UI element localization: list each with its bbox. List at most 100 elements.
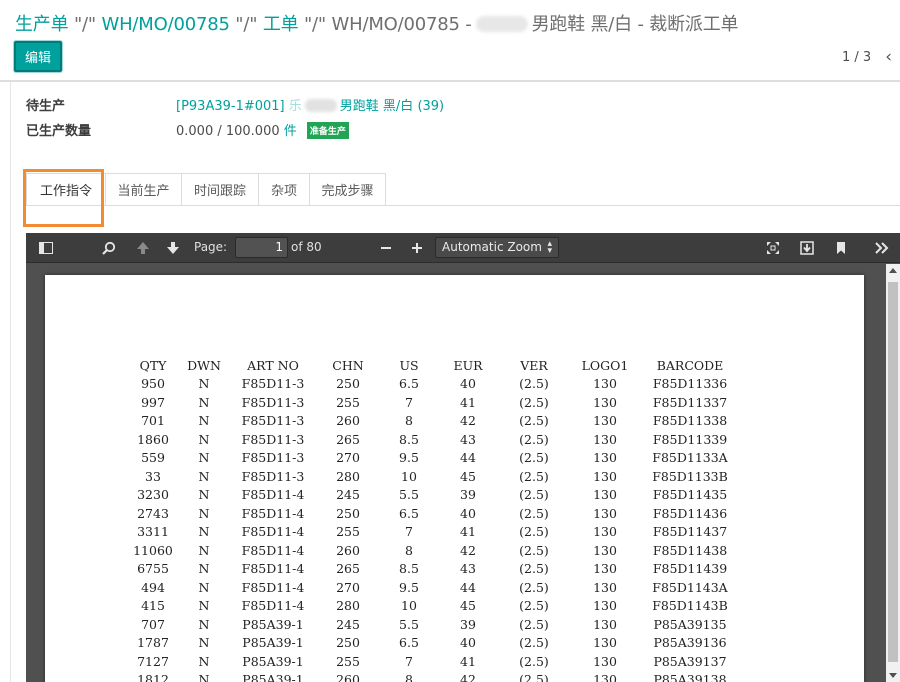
table-cell: 9.5: [399, 450, 419, 466]
page-number-input[interactable]: 1: [235, 237, 288, 258]
table-cell: 40: [460, 376, 476, 392]
table-cell: F85D11-3: [241, 376, 305, 392]
download-icon[interactable]: [796, 233, 818, 263]
tab-misc[interactable]: 杂项: [259, 173, 310, 206]
table-cell: 7: [405, 653, 413, 669]
zoom-select[interactable]: Automatic Zoom ▴ ▾: [435, 237, 559, 258]
table-header-cell: ART NO: [247, 357, 299, 373]
table-row: 1812 N P85A39-1 260 8 42 (2.5) 130 P85A39138: [127, 671, 741, 682]
pager: 1 / 3 ‹: [842, 47, 892, 67]
table-cell: 40: [460, 635, 476, 651]
table-cell: F85D11337: [652, 394, 728, 410]
breadcrumb-workorder[interactable]: 工单: [263, 14, 299, 35]
table-cell: 130: [593, 413, 617, 429]
tools-icon[interactable]: [870, 233, 894, 263]
table-cell: N: [198, 635, 210, 651]
table-cell: 997: [141, 394, 165, 410]
table-cell: (2.5): [519, 431, 549, 447]
table-cell: 130: [593, 635, 617, 651]
table-cell: 130: [593, 542, 617, 558]
table-cell: 8: [405, 413, 413, 429]
table-cell: 10: [401, 468, 417, 484]
vertical-scrollbar[interactable]: [886, 264, 900, 682]
tab-finish-steps[interactable]: 完成步骤: [310, 173, 386, 206]
table-cell: F85D1143B: [652, 598, 728, 614]
table-cell: F85D11-4: [241, 561, 305, 577]
arrow-up-icon[interactable]: [132, 233, 154, 263]
table-cell: 250: [336, 635, 360, 651]
sidebar-toggle-icon[interactable]: [36, 233, 56, 263]
product-name-link[interactable]: 男跑鞋 黑/白 (39): [340, 99, 444, 114]
table-cell: 270: [336, 450, 360, 466]
table-cell: N: [198, 505, 210, 521]
breadcrumb-sep: "/": [73, 14, 96, 35]
table-cell: P85A39136: [653, 635, 727, 651]
table-cell: N: [198, 579, 210, 595]
tabs-divider: [26, 205, 900, 206]
table-cell: 41: [460, 394, 476, 410]
arrow-down-icon[interactable]: [162, 233, 184, 263]
table-cell: P85A39138: [653, 672, 727, 682]
table-cell: 130: [593, 468, 617, 484]
table-cell: F85D11339: [652, 431, 728, 447]
table-cell: (2.5): [519, 376, 549, 392]
table-cell: F85D11437: [652, 524, 728, 540]
table-cell: (2.5): [519, 505, 549, 521]
table-cell: 6.5: [399, 635, 419, 651]
table-cell: 280: [336, 598, 360, 614]
table-cell: 130: [593, 653, 617, 669]
table-cell: 130: [593, 487, 617, 503]
product-code-link[interactable]: [P93A39-1#001]: [176, 99, 285, 114]
table-cell: N: [198, 376, 210, 392]
header-divider: [0, 80, 900, 82]
table-cell: 130: [593, 672, 617, 682]
table-cell: 6755: [137, 561, 169, 577]
table-header-cell: DWN: [187, 357, 221, 373]
table-cell: 1860: [137, 431, 169, 447]
to-produce-value[interactable]: [P93A39-1#001] 乐 男跑鞋 黑/白 (39): [176, 95, 444, 114]
table-row: 997 N F85D11-3 255 7 41 (2.5) 130 F85D11337: [127, 393, 741, 412]
redacted-blur: [475, 16, 528, 32]
zoom-out-icon[interactable]: [375, 233, 397, 263]
breadcrumb-current-product: 男跑鞋 黑/白 - 裁断派工单: [531, 14, 739, 35]
table-cell: (2.5): [519, 672, 549, 682]
table-header-cell: LOGO1: [581, 357, 629, 373]
table-cell: 41: [460, 524, 476, 540]
breadcrumb-mo[interactable]: 生产单: [15, 14, 69, 35]
redacted-blur: [304, 99, 337, 112]
scroll-down-icon[interactable]: [889, 673, 897, 678]
table-cell: N: [198, 413, 210, 429]
table-cell: 40: [460, 505, 476, 521]
table-body: 950 N F85D11-3 250 6.5 40 (2.5) 130 F85D11336 997…: [127, 375, 741, 682]
table-cell: 1812: [137, 672, 169, 682]
table-cell: 270: [336, 579, 360, 595]
table-cell: (2.5): [519, 413, 549, 429]
breadcrumb-mo-ref[interactable]: WH/MO/00785: [102, 14, 230, 35]
scroll-up-icon[interactable]: [889, 268, 897, 273]
table-cell: F85D11338: [652, 413, 728, 429]
table-cell: F85D11336: [652, 376, 728, 392]
zoom-in-icon[interactable]: [406, 233, 428, 263]
table-cell: N: [198, 450, 210, 466]
tab-time-tracking[interactable]: 时间跟踪: [182, 173, 259, 206]
chevron-left-icon[interactable]: ‹: [885, 47, 892, 67]
bookmark-icon[interactable]: [830, 233, 852, 263]
table-cell: 130: [593, 579, 617, 595]
table-cell: F85D11439: [652, 561, 728, 577]
table-cell: 44: [460, 450, 476, 466]
tab-current-production[interactable]: 当前生产: [106, 173, 182, 206]
table-row: 559 N F85D11-3 270 9.5 44 (2.5) 130 F85D1133A: [127, 449, 741, 468]
table-cell: 33: [145, 468, 161, 484]
table-cell: 494: [141, 579, 165, 595]
pager-value[interactable]: 1 / 3: [842, 50, 871, 65]
uom-link[interactable]: 件: [284, 124, 297, 139]
search-icon[interactable]: [98, 233, 120, 263]
edit-button[interactable]: 编辑: [14, 41, 62, 72]
table-cell: 130: [593, 450, 617, 466]
table-header-cell: BARCODE: [656, 357, 724, 373]
table-cell: 9.5: [399, 579, 419, 595]
scrollbar-thumb[interactable]: [888, 282, 898, 662]
presentation-mode-icon[interactable]: [762, 233, 784, 263]
table-cell: 42: [460, 542, 476, 558]
table-cell: 8: [405, 542, 413, 558]
